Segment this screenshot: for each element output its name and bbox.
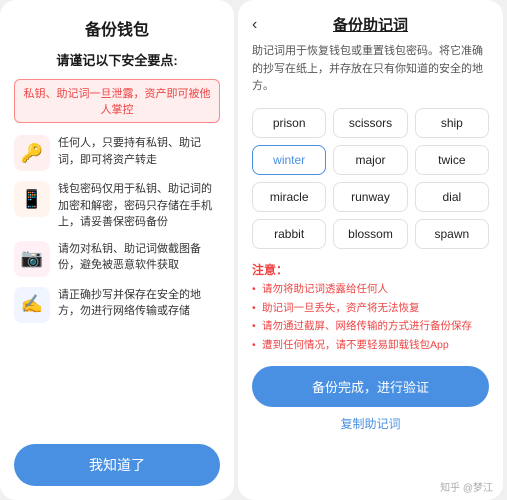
security-item: ✍️ 请正确抄写并保存在安全的地方，勿进行网络传输或存储 [14, 287, 220, 323]
security-icon: 📷 [14, 241, 50, 277]
left-panel: 备份钱包 请谨记以下安全要点: 私钥、助记词一旦泄露，资产即可被他人掌控 🔑 任… [0, 0, 234, 500]
security-icon: ✍️ [14, 287, 50, 323]
notes-item: 请勿通过截屏、网络传输的方式进行备份保存 [252, 319, 489, 335]
word-cell: twice [415, 145, 489, 175]
word-cell: miracle [252, 182, 326, 212]
left-heading: 请谨记以下安全要点: [56, 50, 177, 69]
security-text: 任何人，只要持有私钥、助记词，即可将资产转走 [58, 135, 220, 168]
verify-button[interactable]: 备份完成，进行验证 [252, 366, 489, 407]
right-panel: ‹ 备份助记词 助记词用于恢复钱包或重置钱包密码。将它准确的抄写在纸上，并存放在… [238, 0, 503, 500]
security-items: 🔑 任何人，只要持有私钥、助记词，即可将资产转走 📱 钱包密码仅用于私钥、助记词… [14, 135, 220, 432]
word-cell: spawn [415, 219, 489, 249]
notes-item: 遭到任何情况，请不要轻易卸载钱包App [252, 338, 489, 354]
right-title: 备份助记词 [333, 14, 408, 35]
back-arrow-icon[interactable]: ‹ [252, 16, 257, 34]
word-cell: blossom [333, 219, 407, 249]
know-button[interactable]: 我知道了 [14, 444, 220, 486]
word-cell: major [333, 145, 407, 175]
warning-banner: 私钥、助记词一旦泄露，资产即可被他人掌控 [14, 79, 220, 123]
right-description: 助记词用于恢复钱包或重置钱包密码。将它准确的抄写在纸上，并存放在只有你知道的安全… [252, 43, 489, 96]
security-icon: 📱 [14, 181, 50, 217]
word-cell: scissors [333, 108, 407, 138]
word-cell: prison [252, 108, 326, 138]
security-text: 请勿对私钥、助记词做截图备份，避免被恶意软件获取 [58, 241, 220, 274]
left-title: 备份钱包 [85, 16, 149, 40]
right-header: ‹ 备份助记词 [252, 14, 489, 35]
word-grid: prisonscissors ship wintermajor twice miracl… [252, 108, 489, 249]
security-text: 请正确抄写并保存在安全的地方，勿进行网络传输或存储 [58, 287, 220, 320]
copy-link[interactable]: 复制助记词 [252, 415, 489, 432]
security-item: 📷 请勿对私钥、助记词做截图备份，避免被恶意软件获取 [14, 241, 220, 277]
notes-item: 请勿将助记词透露给任何人 [252, 282, 489, 298]
watermark: 知乎 @梦江 [440, 479, 493, 494]
notes-title: 注意： [252, 261, 489, 278]
word-cell: ship [415, 108, 489, 138]
word-cell: runway [333, 182, 407, 212]
security-item: 🔑 任何人，只要持有私钥、助记词，即可将资产转走 [14, 135, 220, 171]
security-text: 钱包密码仅用于私钥、助记词的加密和解密，密码只存储在手机上，请妥善保密码备份 [58, 181, 220, 231]
notes-list: 请勿将助记词透露给任何人助记词一旦丢失，资产将无法恢复请勿通过截屏、网络传输的方… [252, 282, 489, 354]
word-cell: rabbit [252, 219, 326, 249]
word-cell: winter [252, 145, 326, 175]
security-item: 📱 钱包密码仅用于私钥、助记词的加密和解密，密码只存储在手机上，请妥善保密码备份 [14, 181, 220, 231]
notes-section: 注意： 请勿将助记词透露给任何人助记词一旦丢失，资产将无法恢复请勿通过截屏、网络… [252, 261, 489, 354]
word-cell: dial [415, 182, 489, 212]
security-icon: 🔑 [14, 135, 50, 171]
notes-item: 助记词一旦丢失，资产将无法恢复 [252, 301, 489, 317]
